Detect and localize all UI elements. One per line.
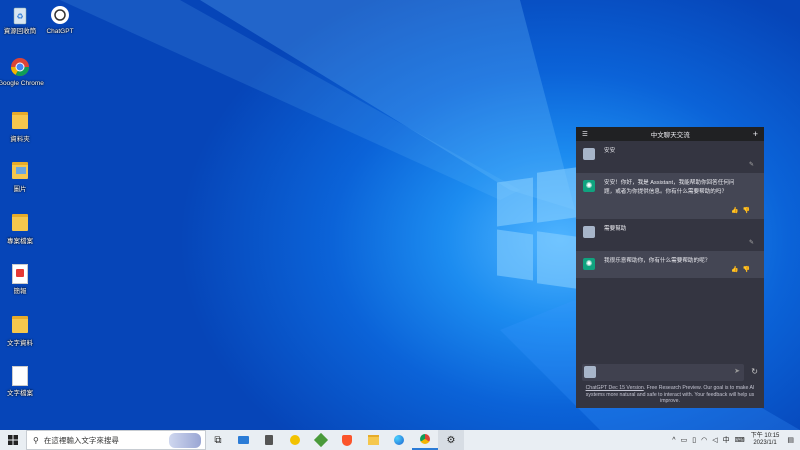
user-avatar — [584, 366, 596, 378]
pdf-icon — [9, 264, 31, 286]
wifi-icon[interactable]: ◠ — [701, 436, 707, 444]
message-text: 需要幫助 — [604, 226, 627, 232]
desktop-icon-label: 簡報 — [13, 288, 27, 295]
new-chat-icon[interactable]: + — [753, 129, 758, 139]
message-text: 安安！你好，我是 Assistant，我能帮助你回答任何问题，或者为你提供信息。… — [604, 180, 735, 195]
message-text: 安安 — [604, 148, 616, 154]
folder-icon — [9, 316, 31, 338]
desktop-icon-label: 資料夾 — [10, 136, 30, 143]
desktop-icon-label: 圖片 — [13, 186, 27, 193]
desktop-icon-text-file[interactable]: 文字檔案 — [0, 364, 42, 398]
search-highlight-image — [169, 433, 201, 448]
desktop-icon-label: 文字檔案 — [7, 390, 33, 397]
thumbs-down-icon[interactable]: 👎 — [743, 208, 754, 214]
desktop-icon-label: Google Chrome — [0, 80, 44, 87]
regenerate-icon[interactable]: ↻ — [751, 367, 758, 376]
screen-icon[interactable] — [230, 430, 256, 450]
chatgpt-avatar-icon: ✺ — [583, 258, 595, 270]
chat-header: ☰ 中文聊天交流 + — [576, 127, 764, 141]
desktop-icon-text-data[interactable]: 文字資料 — [0, 312, 42, 348]
file-explorer-icon[interactable] — [360, 430, 386, 450]
recycle-bin-icon: ♻ — [9, 4, 31, 26]
desktop-icon-chatgpt[interactable]: ChatGPT — [38, 4, 82, 36]
desktop-icon-label: 文字資料 — [7, 340, 33, 347]
folder-icon — [9, 214, 31, 236]
desktop: ♻ 資源回收筒 ChatGPT Google Chrome 資料夾 圖片 專案檔… — [0, 0, 800, 430]
chat-message-user: 需要幫助 ✎ — [576, 219, 764, 251]
system-tray: ^ ▭ ▯ ◠ ◁ 中 ⌨ 下午 10:15 2023/1/1 ▤ — [672, 430, 800, 450]
chrome-icon — [9, 56, 31, 78]
taskbar: ⚲ 在這裡輸入文字來搜尋 ⧉ ⚙ ^ ▭ ▯ ◠ ◁ 中 ⌨ 下午 10:15 … — [0, 430, 800, 450]
chat-footer: ChatGPT Dec 15 Version. Free Research Pr… — [582, 385, 758, 405]
search-placeholder: 在這裡輸入文字來搜尋 — [43, 435, 119, 445]
chrome-taskbar-icon[interactable] — [412, 430, 438, 450]
clock[interactable]: 下午 10:15 2023/1/1 — [751, 433, 780, 447]
keyboard-icon[interactable]: ⌨ — [735, 436, 745, 444]
desktop-icon-label: 資源回收筒 — [3, 28, 37, 35]
volume-icon[interactable]: ◁ — [712, 436, 717, 444]
windows-start-icon — [8, 435, 18, 445]
desktop-icon-chrome[interactable]: Google Chrome — [0, 56, 44, 88]
thumbs-down-icon[interactable]: 👎 — [743, 267, 754, 273]
svg-text:♻: ♻ — [16, 12, 23, 21]
message-text: 我很乐意帮助你，你有什么需要帮助的呢？ — [604, 258, 711, 264]
ime-indicator[interactable]: 中 — [723, 435, 730, 445]
chat-title: 中文聊天交流 — [650, 132, 690, 139]
chatgpt-icon — [49, 4, 71, 26]
desktop-icon-label: ChatGPT — [46, 28, 74, 35]
windows-logo — [497, 167, 577, 290]
edge-icon[interactable] — [386, 430, 412, 450]
tray-chevron-icon[interactable]: ^ — [672, 437, 675, 444]
desktop-icon-project[interactable]: 專案檔案 — [0, 210, 42, 246]
user-avatar — [583, 226, 595, 238]
clock-time: 下午 10:15 — [750, 433, 780, 439]
edit-icon[interactable]: ✎ — [749, 161, 754, 170]
battery-icon[interactable]: ▯ — [692, 436, 696, 444]
chatgpt-avatar-icon: ✺ — [583, 180, 595, 192]
chat-panel: ☰ 中文聊天交流 + 安安 ✎ ✺ 安安！你好，我是 Assistant，我能帮… — [576, 127, 764, 408]
edit-icon[interactable]: ✎ — [749, 239, 754, 248]
start-button[interactable] — [0, 430, 26, 450]
network-icon[interactable]: ▭ — [681, 436, 688, 444]
chat-message-assistant: ✺ 我很乐意帮助你，你有什么需要帮助的呢？ 👍👎 — [576, 251, 764, 278]
desktop-icon-label: 專案檔案 — [7, 238, 33, 245]
menu-icon[interactable]: ☰ — [582, 130, 588, 138]
desktop-icon-slides[interactable]: 簡報 — [0, 262, 42, 296]
desktop-icon-recycle-bin[interactable]: ♻ 資源回收筒 — [0, 4, 42, 36]
game-icon[interactable] — [308, 430, 334, 450]
taskbar-search-box[interactable]: ⚲ 在這裡輸入文字來搜尋 — [26, 430, 206, 450]
folder-icon — [9, 112, 31, 134]
version-link[interactable]: ChatGPT Dec 15 Version — [586, 385, 644, 391]
text-file-icon — [9, 366, 31, 388]
chat-input-bar: ➤ — [582, 364, 744, 381]
notification-icon[interactable]: ▤ — [787, 436, 794, 444]
chat-message-user: 安安 ✎ — [576, 141, 764, 173]
thumbs-up-icon[interactable]: 👍 — [731, 208, 742, 214]
clock-date: 2023/1/1 — [753, 440, 777, 446]
search-icon: ⚲ — [33, 435, 39, 445]
task-view-icon[interactable]: ⧉ — [206, 430, 230, 450]
user-avatar — [583, 148, 595, 160]
calculator-icon[interactable] — [256, 430, 282, 450]
settings-icon[interactable]: ⚙ — [438, 430, 464, 450]
desktop-icon-folder[interactable]: 資料夾 — [0, 108, 42, 144]
picture-folder-icon — [9, 162, 31, 184]
chat-message-assistant: ✺ 安安！你好，我是 Assistant，我能帮助你回答任何问题，或者为你提供信… — [576, 173, 764, 219]
chat-app-icon[interactable] — [282, 430, 308, 450]
desktop-icon-pictures[interactable]: 圖片 — [0, 158, 42, 194]
send-icon[interactable]: ➤ — [734, 367, 740, 375]
brave-icon[interactable] — [334, 430, 360, 450]
chat-input[interactable] — [604, 367, 724, 377]
thumbs-up-icon[interactable]: 👍 — [731, 267, 742, 273]
